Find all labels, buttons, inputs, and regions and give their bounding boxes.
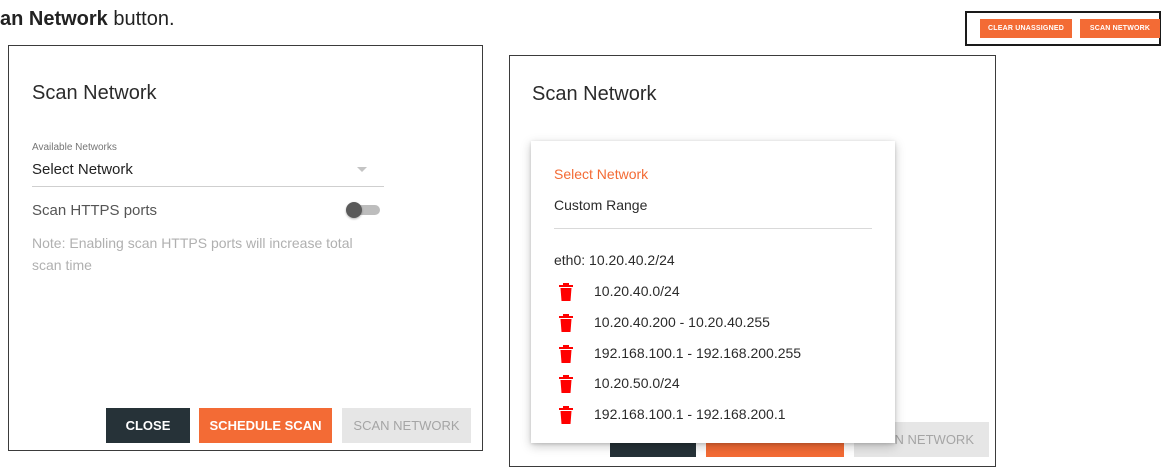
trash-icon[interactable] bbox=[559, 406, 573, 424]
dropdown-arrow-icon bbox=[357, 167, 367, 172]
instruction-rest: button. bbox=[107, 8, 175, 30]
trash-icon[interactable] bbox=[559, 345, 573, 363]
instruction-bold: an Network bbox=[0, 8, 108, 30]
trash-icon[interactable] bbox=[559, 283, 573, 301]
menu-item-range[interactable]: 10.20.50.0/24 bbox=[531, 373, 895, 403]
menu-item-select-network[interactable]: Select Network bbox=[554, 166, 648, 182]
scan-https-toggle[interactable] bbox=[346, 201, 382, 219]
menu-item-range[interactable]: 10.20.40.0/24 bbox=[531, 281, 895, 311]
dialog-title-right: Scan Network bbox=[532, 83, 657, 105]
scan-network-button-disabled[interactable]: SCAN NETWORK bbox=[342, 408, 471, 443]
network-select[interactable]: Select Network bbox=[32, 156, 384, 187]
close-button[interactable]: CLOSE bbox=[106, 408, 190, 443]
range-label: 10.20.40.200 - 10.20.40.255 bbox=[594, 314, 770, 330]
toggle-knob bbox=[346, 202, 362, 218]
network-select-value: Select Network bbox=[32, 161, 133, 178]
range-label: 10.20.50.0/24 bbox=[594, 375, 680, 391]
clear-unassigned-button[interactable]: CLEAR UNASSIGNED bbox=[980, 19, 1072, 38]
available-networks-label: Available Networks bbox=[32, 142, 117, 153]
trash-icon[interactable] bbox=[559, 314, 573, 332]
range-label: 10.20.40.0/24 bbox=[594, 283, 680, 299]
mini-toolbar: CLEAR UNASSIGNED SCAN NETWORK bbox=[965, 11, 1161, 46]
https-note: Note: Enabling scan HTTPS ports will inc… bbox=[32, 232, 353, 276]
menu-item-range[interactable]: 192.168.100.1 - 192.168.200.1 bbox=[531, 404, 895, 434]
menu-item-custom-range[interactable]: Custom Range bbox=[554, 197, 647, 213]
scan-https-label: Scan HTTPS ports bbox=[32, 202, 158, 219]
range-label: 192.168.100.1 - 192.168.200.1 bbox=[594, 406, 786, 422]
menu-item-interface[interactable]: eth0: 10.20.40.2/24 bbox=[554, 252, 675, 268]
menu-item-range[interactable]: 192.168.100.1 - 192.168.200.255 bbox=[531, 343, 895, 373]
menu-item-range[interactable]: 10.20.40.200 - 10.20.40.255 bbox=[531, 312, 895, 342]
network-dropdown-menu: Select Network Custom Range eth0: 10.20.… bbox=[531, 141, 895, 443]
dialog-title: Scan Network bbox=[32, 82, 157, 104]
trash-icon[interactable] bbox=[559, 375, 573, 393]
menu-divider bbox=[554, 228, 872, 229]
scan-network-dialog: Scan Network Available Networks Select N… bbox=[8, 45, 483, 451]
range-label: 192.168.100.1 - 192.168.200.255 bbox=[594, 345, 802, 361]
instruction-text: an Network button. bbox=[0, 8, 175, 31]
scan-network-button[interactable]: SCAN NETWORK bbox=[1080, 19, 1160, 38]
https-note-line-1: Note: Enabling scan HTTPS ports will inc… bbox=[32, 235, 353, 251]
https-note-line-2: scan time bbox=[32, 257, 92, 273]
schedule-scan-button[interactable]: SCHEDULE SCAN bbox=[199, 408, 332, 443]
